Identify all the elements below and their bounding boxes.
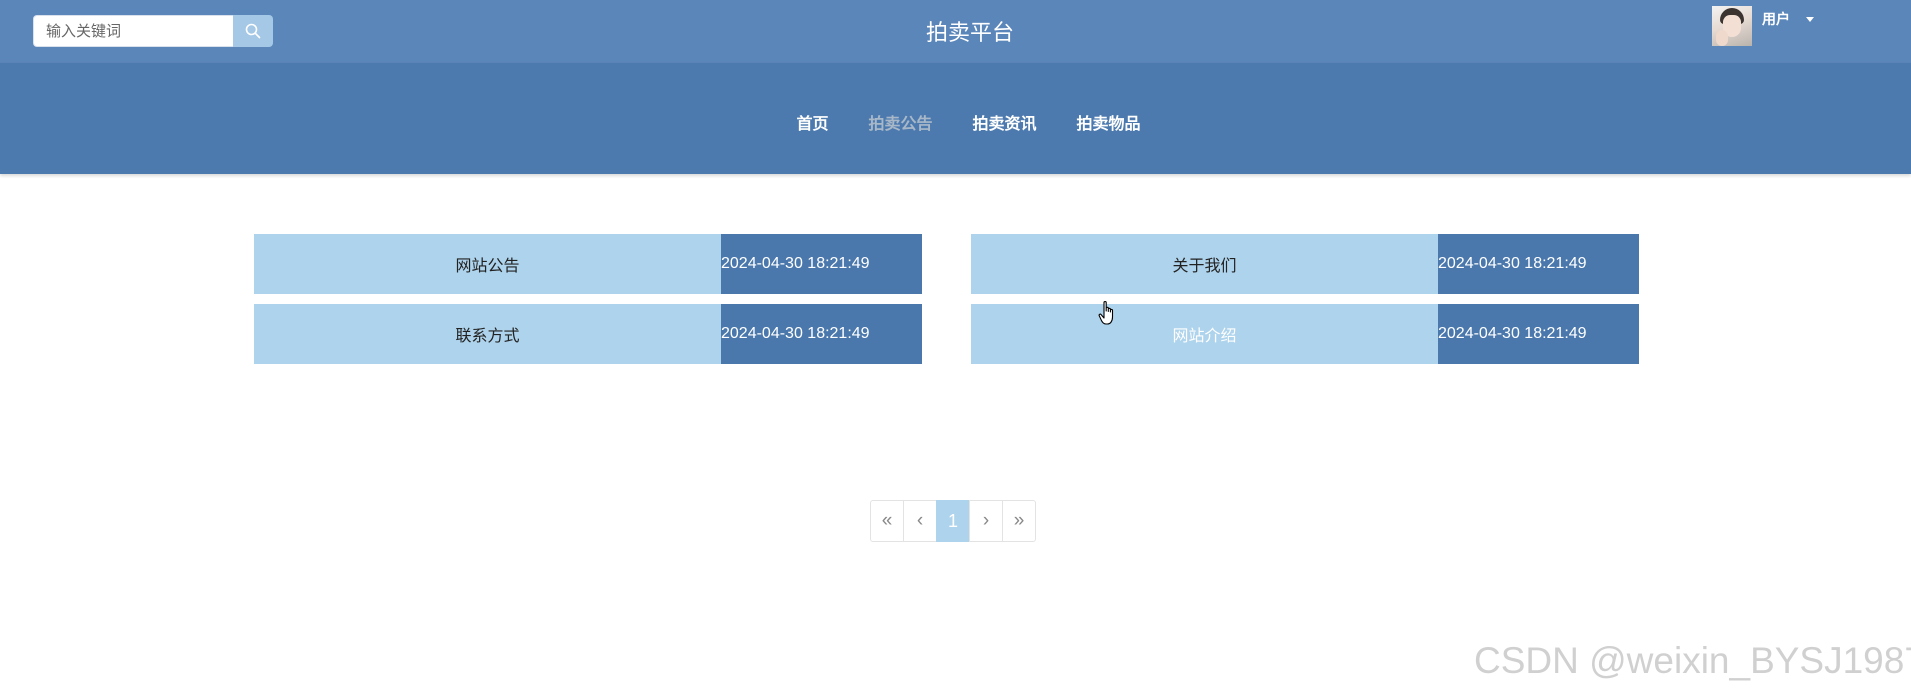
announcement-title[interactable]: 关于我们 (971, 234, 1438, 294)
main-nav-bar: 首页 拍卖公告 拍卖资讯 拍卖物品 (0, 63, 1911, 174)
user-menu[interactable]: 用户 (1712, 6, 1814, 46)
next-page-button[interactable]: › (969, 500, 1003, 542)
prev-page-button[interactable]: ‹ (903, 500, 937, 542)
user-name[interactable]: 用户 (1762, 9, 1790, 29)
watermark: CSDN @weixin_BYSJ1987 (1474, 640, 1911, 681)
nav-list: 首页 拍卖公告 拍卖资讯 拍卖物品 (0, 110, 1911, 134)
nav-item-auction-notices[interactable]: 拍卖公告 (868, 110, 932, 134)
last-page-button[interactable]: » (1002, 500, 1036, 542)
site-title: 拍卖平台 (925, 21, 1014, 46)
announcement-title[interactable]: 联系方式 (254, 304, 721, 364)
first-page-button[interactable]: « (870, 500, 904, 542)
announcement-card[interactable]: 关于我们 2024-04-30 18:21:49 (971, 234, 1639, 294)
announcement-date: 2024-04-30 18:21:49 (1438, 234, 1639, 294)
announcement-card[interactable]: 网站介绍 2024-04-30 18:21:49 (971, 304, 1639, 364)
hand-cursor-icon (1098, 300, 1114, 325)
nav-item-auction-items[interactable]: 拍卖物品 (1077, 110, 1141, 134)
announcement-date: 2024-04-30 18:21:49 (721, 234, 922, 294)
caret-down-icon[interactable] (1806, 17, 1814, 22)
current-page-button[interactable]: 1 (936, 500, 970, 542)
nav-item-auction-news[interactable]: 拍卖资讯 (973, 110, 1037, 134)
announcement-title[interactable]: 网站公告 (254, 234, 721, 294)
announcement-title[interactable]: 网站介绍 (971, 304, 1438, 364)
announcement-date: 2024-04-30 18:21:49 (1438, 304, 1639, 364)
announcement-card[interactable]: 联系方式 2024-04-30 18:21:49 (254, 304, 922, 364)
nav-item-home[interactable]: 首页 (796, 110, 828, 134)
pagination: « ‹ 1 › » (870, 500, 1036, 542)
top-header-bar: 拍卖平台 用户 (0, 0, 1911, 63)
announcement-date: 2024-04-30 18:21:49 (721, 304, 922, 364)
user-avatar[interactable] (1712, 6, 1752, 46)
announcement-card[interactable]: 网站公告 2024-04-30 18:21:49 (254, 234, 922, 294)
